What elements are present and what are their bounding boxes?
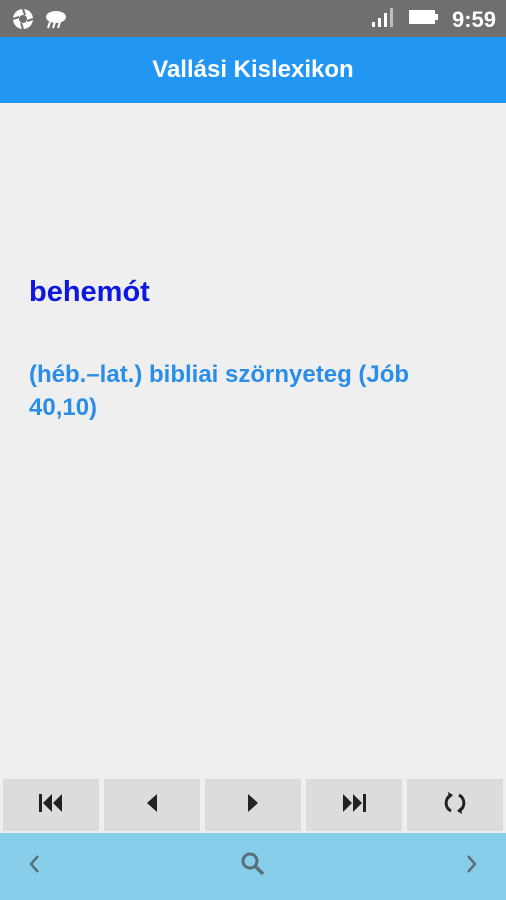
entry-definition: (héb.–lat.) bibliai szörnyeteg (Jób 40,1…: [29, 361, 410, 421]
random-button[interactable]: [407, 779, 503, 831]
back-icon: [27, 853, 41, 880]
next-icon: [245, 792, 261, 819]
random-icon: [442, 791, 468, 820]
cloud-icon: [44, 8, 68, 35]
search-button[interactable]: [233, 833, 273, 900]
forward-icon: [465, 853, 479, 880]
search-icon: [240, 851, 266, 882]
status-bar-left: [12, 8, 68, 35]
entry-content: behemót (héb.–lat.) bibliai szörnyeteg (…: [29, 268, 479, 424]
status-bar: 9:59: [0, 0, 506, 37]
entry-term: behemót: [29, 276, 150, 308]
app-title: Vallási Kislexikon: [152, 56, 354, 83]
bottom-bar: [0, 833, 506, 900]
next-button[interactable]: [205, 779, 301, 831]
navigation-row: [0, 779, 506, 831]
previous-button[interactable]: [104, 779, 200, 831]
back-button[interactable]: [14, 833, 54, 900]
app-bar: Vallási Kislexikon: [0, 37, 506, 103]
status-bar-right: 9:59: [370, 6, 496, 33]
aperture-icon: [12, 8, 34, 35]
forward-button[interactable]: [452, 833, 492, 900]
first-icon: [37, 792, 65, 819]
previous-icon: [144, 792, 160, 819]
last-button[interactable]: [306, 779, 402, 831]
battery-icon: [408, 7, 440, 32]
signal-icon: [370, 6, 396, 33]
last-icon: [340, 792, 368, 819]
status-time: 9:59: [451, 6, 496, 32]
first-button[interactable]: [3, 779, 99, 831]
